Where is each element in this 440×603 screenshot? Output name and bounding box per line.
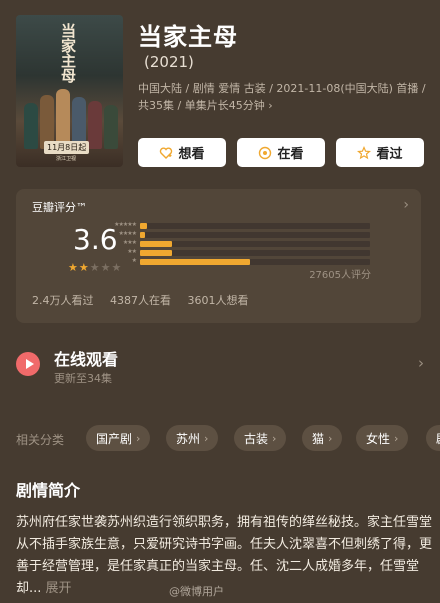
chevron-right-icon: › <box>403 197 409 213</box>
watching-label: 在看 <box>277 147 304 162</box>
star-level-label: ★★★ <box>122 239 137 246</box>
rating-stats: 2.4万人看过 4387人在看 3601人想看 <box>32 292 262 308</box>
watched-button[interactable]: 看过 <box>336 138 424 167</box>
tag-chip[interactable]: 剧 <box>426 425 440 451</box>
rating-count: 27605人评分 <box>309 270 371 281</box>
tag-chip[interactable]: 古装 › <box>234 425 287 451</box>
chevron-right-icon: › <box>272 431 277 445</box>
poster-figure <box>56 89 70 149</box>
tag-chip[interactable]: 国产剧 › <box>86 425 151 451</box>
star-level-label: ★★★★ <box>118 230 136 237</box>
play-circle-icon <box>258 146 272 160</box>
star-filled-icon: ★ <box>78 261 90 274</box>
watched-count: 2.4万人看过 <box>32 294 94 307</box>
poster-caption: 浙江卫视 <box>56 156 77 162</box>
meta-text: 中国大陆 / 剧情 爱情 古装 / 2021-11-08(中国大陆) 首播 / … <box>138 82 426 112</box>
rating-bar-fill <box>140 223 147 229</box>
synopsis-body: 苏州府任家世袭苏州织造行领织职务，拥有祖传的缂丝秘技。家主任雪堂从不插手家族生意… <box>16 515 433 596</box>
star-filled-icon: ★ <box>68 261 79 274</box>
expand-link[interactable]: 展开 <box>46 581 72 596</box>
tag-label: 剧 <box>436 430 440 447</box>
rating-bar-track <box>140 250 370 256</box>
watermark: @微博用户 <box>169 585 224 598</box>
tag-label: 猫 <box>312 431 325 446</box>
rating-bar-fill <box>140 232 145 238</box>
chevron-right-icon: › <box>268 99 273 112</box>
chevron-right-icon: › <box>328 431 333 445</box>
poster-calligraphy: 当家主母 <box>59 23 77 83</box>
rating-bar-fill <box>140 241 172 247</box>
category-tags: 相关分类 国产剧› 苏州› 古装› 猫› 女性› 剧 <box>16 425 440 451</box>
tag-label: 国产剧 <box>96 431 133 446</box>
rating-distribution-row: ★★★★ <box>118 230 376 238</box>
poster-figure <box>24 103 38 149</box>
rating-stars: ★★★★★ <box>68 261 122 274</box>
star-level-label: ★★ <box>127 248 137 255</box>
rating-title: 豆瓣评分™ <box>32 201 87 214</box>
star-empty-icon: ★ <box>100 261 112 274</box>
star-empty-icon: ★ <box>111 261 123 274</box>
want-to-watch-label: 想看 <box>178 147 205 162</box>
star-empty-icon: ★ <box>89 261 101 274</box>
rating-distribution-row: ★★ <box>127 248 376 256</box>
poster-date: 11月8日起 <box>44 141 90 154</box>
star-level-label: ★ <box>131 257 137 264</box>
category-label: 相关分类 <box>16 433 65 447</box>
watching-button[interactable]: 在看 <box>237 138 325 167</box>
play-icon <box>16 352 40 376</box>
rating-bar-track <box>140 232 370 238</box>
rating-card[interactable]: 豆瓣评分™ › 3.6 ★★★★★ ★★★★★ ★★★★ ★★★ ★★ ★ 27605人… <box>16 189 421 323</box>
show-meta[interactable]: 中国大陆 / 剧情 爱情 古装 / 2021-11-08(中国大陆) 首播 / … <box>138 80 430 114</box>
rating-bar-fill <box>140 259 250 265</box>
watch-online-subtitle: 更新至34集 <box>54 372 112 385</box>
rating-distribution-row: ★★★★★ <box>114 221 376 229</box>
synopsis-text: 苏州府任家世袭苏州织造行领织职务，拥有祖传的缂丝秘技。家主任雪堂从不插手家族生意… <box>16 512 432 600</box>
watching-count: 4387人在看 <box>110 294 171 307</box>
poster-figure <box>88 101 102 149</box>
tag-label: 苏州 <box>176 431 201 446</box>
rating-bar-fill <box>140 250 172 256</box>
rating-score: 3.6 <box>73 223 118 256</box>
rating-bar-track <box>140 223 370 229</box>
release-year: (2021) <box>144 53 194 71</box>
want-count: 3601人想看 <box>187 294 249 307</box>
synopsis-title: 剧情简介 <box>16 481 81 500</box>
chevron-right-icon: › <box>418 354 424 372</box>
star-level-label: ★★★★★ <box>114 221 137 228</box>
rating-bar-track <box>140 241 370 247</box>
star-icon <box>357 145 372 160</box>
tag-chip[interactable]: 苏州 › <box>166 425 219 451</box>
tag-chip[interactable]: 女性 › <box>356 425 409 451</box>
watched-label: 看过 <box>376 147 403 162</box>
poster-image[interactable]: 当家主母 11月8日起 浙江卫视 <box>16 15 123 167</box>
chevron-right-icon: › <box>394 431 399 445</box>
want-to-watch-button[interactable]: 想看 <box>138 138 226 167</box>
page-title: 当家主母 <box>138 23 238 51</box>
heart-plus-icon <box>159 146 173 160</box>
rating-distribution-row: ★ <box>132 257 376 265</box>
chevron-right-icon: › <box>204 431 209 445</box>
tag-label: 古装 <box>244 431 269 446</box>
watch-online-title: 在线观看 <box>54 350 119 369</box>
tag-chip[interactable]: 猫 › <box>302 425 343 451</box>
watch-online-row[interactable]: 在线观看 更新至34集 › <box>16 342 424 388</box>
tag-label: 女性 <box>366 431 391 446</box>
chevron-right-icon: › <box>136 431 141 445</box>
rating-distribution-row: ★★★ <box>123 239 376 247</box>
poster-figure <box>104 105 118 149</box>
